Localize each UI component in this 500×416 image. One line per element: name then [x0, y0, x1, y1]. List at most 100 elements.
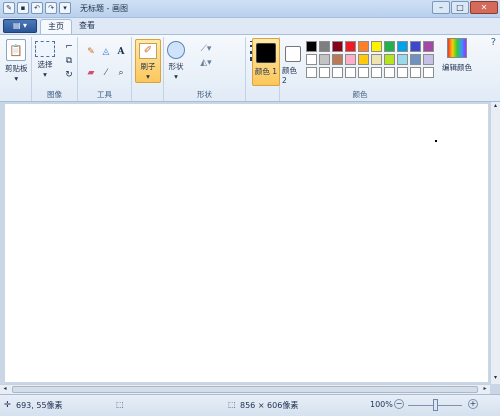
canvas-area: ▴ ▾ ◂ ▸	[0, 102, 500, 394]
status-bar: ✛ 693, 55像素 ⬚ ⬚ 856 × 606像素 100% − +	[0, 394, 500, 416]
crop-icon[interactable]: ⌐	[62, 40, 76, 53]
tab-home[interactable]: 主页	[40, 19, 72, 34]
palette-swatch[interactable]	[371, 41, 382, 52]
select-rectangle-icon	[35, 41, 55, 57]
ribbon: 📋 剪贴板 ▾ 选择 ▾ ⌐ ⧉ ↻ 图像 ✎ ◬ A ▰ ⁄ ⌕ 工具 ✐ 刷…	[0, 34, 500, 102]
shapes-group-label: 形状	[197, 90, 212, 99]
shapes-label: 形状	[168, 62, 184, 71]
palette-swatch[interactable]	[332, 67, 343, 78]
horizontal-scrollbar[interactable]: ◂ ▸	[0, 384, 490, 394]
palette-swatch[interactable]	[384, 41, 395, 52]
cursor-position-icon: ✛	[4, 400, 11, 409]
edit-colors-icon	[447, 38, 467, 58]
title-bar: ✎ ▪ ↶ ↷ ▾ 无标题 - 画图 – □ ✕	[0, 0, 500, 18]
palette-swatch[interactable]	[358, 54, 369, 65]
shapes-group: 形状 ▾ ⟋▾ ◭▾ 形状	[164, 37, 246, 101]
palette-swatch[interactable]	[371, 67, 382, 78]
palette-swatch[interactable]	[423, 41, 434, 52]
brushes-label: 刷子	[140, 62, 156, 71]
shapes-button[interactable]: 形状 ▾	[167, 41, 185, 81]
palette-swatch[interactable]	[319, 41, 330, 52]
palette-swatch[interactable]	[306, 54, 317, 65]
palette-swatch[interactable]	[371, 54, 382, 65]
palette-swatch[interactable]	[410, 67, 421, 78]
chevron-down-icon: ▾	[174, 72, 178, 81]
pencil-icon[interactable]: ✎	[84, 45, 98, 58]
tools-group-label: 工具	[97, 90, 112, 99]
help-icon[interactable]: ?	[491, 37, 496, 48]
palette-swatch[interactable]	[319, 67, 330, 78]
rotate-icon[interactable]: ↻	[62, 68, 76, 81]
canvas-size-icon: ⬚	[228, 400, 236, 409]
eraser-icon[interactable]: ▰	[84, 66, 98, 79]
chevron-down-icon: ▾	[43, 70, 47, 79]
brush-icon: ✐	[139, 43, 157, 59]
cursor-position-text: 693, 55像素	[16, 401, 63, 410]
zoom-in-button[interactable]: +	[468, 399, 478, 409]
scroll-down-icon[interactable]: ▾	[491, 374, 500, 384]
palette-swatch[interactable]	[332, 41, 343, 52]
outline-icon[interactable]: ⟋▾	[196, 42, 216, 55]
scroll-left-icon[interactable]: ◂	[0, 385, 10, 394]
scroll-up-icon[interactable]: ▴	[491, 102, 500, 112]
chevron-down-icon: ▾	[146, 72, 150, 81]
palette-swatch[interactable]	[358, 41, 369, 52]
palette-swatch[interactable]	[345, 54, 356, 65]
palette-swatch[interactable]	[358, 67, 369, 78]
resize-icon[interactable]: ⧉	[62, 54, 76, 67]
palette-swatch[interactable]	[410, 54, 421, 65]
zoom-level-text: 100%	[370, 400, 393, 409]
palette-swatch[interactable]	[423, 54, 434, 65]
brushes-button[interactable]: ✐ 刷子 ▾	[135, 39, 161, 83]
color1-swatch	[256, 43, 276, 63]
palette-swatch[interactable]	[332, 54, 343, 65]
palette-swatch[interactable]	[397, 54, 408, 65]
palette-swatch[interactable]	[384, 54, 395, 65]
selection-size-icon: ⬚	[116, 400, 124, 409]
select-label: 选择	[37, 60, 53, 69]
chevron-down-icon: ▾	[14, 74, 19, 83]
color1-button[interactable]: 颜色 1	[252, 38, 280, 86]
close-button[interactable]: ✕	[470, 1, 498, 14]
select-button[interactable]: 选择 ▾	[35, 41, 55, 79]
fill-bucket-icon[interactable]: ◬	[99, 45, 113, 58]
maximize-button[interactable]: □	[451, 1, 469, 14]
scroll-right-icon[interactable]: ▸	[480, 385, 490, 394]
palette-swatch[interactable]	[319, 54, 330, 65]
text-icon[interactable]: A	[114, 45, 128, 58]
palette-swatch[interactable]	[410, 41, 421, 52]
image-group: 选择 ▾ ⌐ ⧉ ↻ 图像	[32, 37, 78, 101]
tab-view[interactable]: 查看	[72, 19, 102, 34]
edit-colors-button[interactable]: 编辑颜色	[440, 38, 474, 73]
color2-button[interactable]: 颜色 2	[282, 38, 304, 86]
ribbon-tab-row: ▤ ▾ 主页 查看	[0, 18, 500, 34]
paste-button[interactable]: 📋 剪贴板 ▾	[5, 39, 28, 83]
window-title: 无标题 - 画图	[80, 4, 128, 13]
palette-swatch[interactable]	[423, 67, 434, 78]
paint-menu-button[interactable]: ▤ ▾	[3, 19, 37, 33]
vertical-scrollbar[interactable]: ▴ ▾	[490, 102, 500, 384]
palette-swatch[interactable]	[397, 41, 408, 52]
clipboard-group: 📋 剪贴板 ▾	[2, 37, 32, 101]
palette-swatch[interactable]	[397, 67, 408, 78]
zoom-slider-thumb[interactable]	[433, 399, 438, 411]
clipboard-icon: 📋	[6, 39, 27, 61]
image-group-label: 图像	[47, 90, 62, 99]
horizontal-scroll-thumb[interactable]	[12, 386, 478, 393]
palette-swatch[interactable]	[345, 67, 356, 78]
colors-group-label: 颜色	[352, 90, 368, 99]
palette-swatch[interactable]	[345, 41, 356, 52]
brushes-group: ✐ 刷子 ▾	[132, 37, 164, 101]
shapes-icon	[167, 41, 185, 59]
palette-swatch[interactable]	[384, 67, 395, 78]
tools-group: ✎ ◬ A ▰ ⁄ ⌕ 工具	[78, 37, 132, 101]
palette-swatch[interactable]	[306, 67, 317, 78]
color-picker-icon[interactable]: ⁄	[99, 66, 113, 79]
minimize-button[interactable]: –	[432, 1, 450, 14]
edit-colors-label: 编辑颜色	[442, 63, 472, 72]
palette-swatch[interactable]	[306, 41, 317, 52]
magnifier-icon[interactable]: ⌕	[114, 66, 128, 79]
zoom-out-button[interactable]: −	[394, 399, 404, 409]
drawing-canvas[interactable]	[5, 104, 488, 382]
fill-icon[interactable]: ◭▾	[196, 56, 216, 69]
